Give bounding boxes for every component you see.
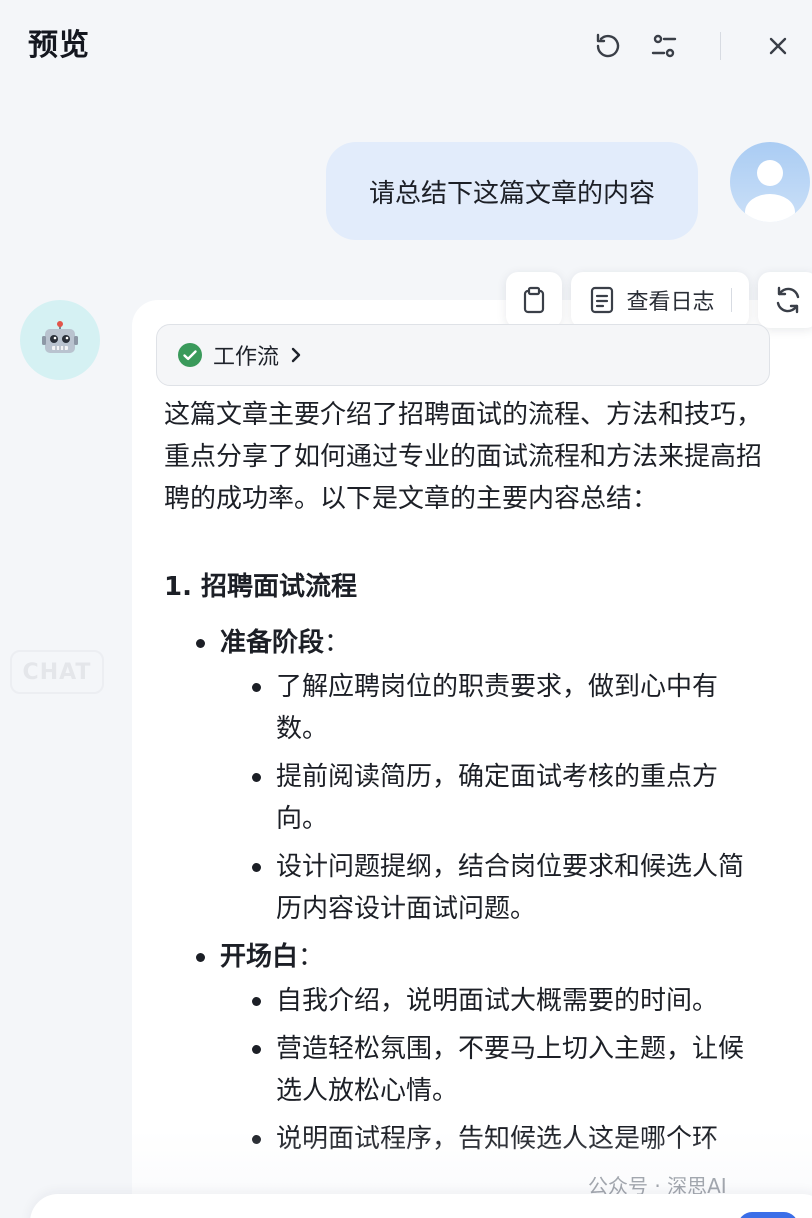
answer-intro: 这篇文章主要介绍了招聘面试的流程、方法和技巧，重点分享了如何通过专业的面试流程和…	[164, 400, 763, 514]
header-divider	[720, 32, 721, 60]
sub-list: 自我介绍，说明面试大概需要的时间。 营造轻松氛围，不要马上切入主题，让候选人放松…	[220, 980, 764, 1160]
preview-panel: 预览 请总结下这篇文章的内容 CHAT 查看日志 工作流 这篇文章主要介绍了招聘…	[0, 0, 812, 1218]
group-label: 开场白	[220, 942, 299, 972]
list-item: 说明面试程序，告知候选人这是哪个环	[252, 1118, 764, 1160]
bot-avatar	[20, 300, 100, 380]
group-colon: ：	[324, 628, 351, 658]
list-item: 提前阅读简历，确定面试考核的重点方向。	[252, 756, 764, 840]
document-icon	[591, 286, 614, 314]
clipboard-icon	[523, 286, 545, 314]
toolbar-divider	[730, 288, 732, 312]
view-log-button[interactable]: 查看日志	[571, 272, 749, 328]
side-chat-label: CHAT	[10, 650, 104, 694]
user-message-text: 请总结下这篇文章的内容	[368, 178, 655, 209]
section-list: 准备阶段： 了解应聘岗位的职责要求，做到心中有数。 提前阅读简历，确定面试考核的…	[164, 622, 764, 1160]
user-avatar-icon	[745, 160, 795, 222]
refresh-icon	[776, 286, 800, 314]
check-circle-icon	[178, 343, 202, 367]
sliders-icon	[651, 34, 677, 58]
robot-icon	[42, 321, 78, 353]
list-item: 设计问题提纲，结合岗位要求和候选人简历内容设计面试问题。	[252, 846, 764, 930]
sub-list: 了解应聘岗位的职责要求，做到心中有数。 提前阅读简历，确定面试考核的重点方向。 …	[220, 666, 764, 930]
list-item: 准备阶段： 了解应聘岗位的职责要求，做到心中有数。 提前阅读简历，确定面试考核的…	[196, 622, 764, 930]
close-icon	[769, 37, 787, 55]
workflow-label: 工作流	[213, 345, 280, 370]
list-item: 营造轻松氛围，不要马上切入主题，让候选人放松心情。	[252, 1028, 764, 1112]
refresh-ccw-icon	[596, 33, 620, 58]
chevron-right-icon	[291, 347, 301, 363]
section-title: 1. 招聘面试流程	[164, 572, 358, 602]
group-label: 准备阶段	[220, 628, 325, 658]
regenerate-button[interactable]	[758, 272, 812, 328]
user-avatar	[730, 142, 810, 222]
send-button[interactable]	[738, 1212, 798, 1218]
settings-button[interactable]	[646, 28, 682, 64]
user-message-bubble: 请总结下这篇文章的内容	[326, 142, 698, 240]
list-item: 自我介绍，说明面试大概需要的时间。	[252, 980, 764, 1022]
list-item: 开场白： 自我介绍，说明面试大概需要的时间。 营造轻松氛围，不要马上切入主题，让…	[196, 936, 764, 1160]
view-log-label: 查看日志	[626, 290, 715, 315]
answer-content: 这篇文章主要介绍了招聘面试的流程、方法和技巧，重点分享了如何通过专业的面试流程和…	[164, 394, 764, 1166]
header: 预览	[0, 0, 812, 90]
list-item: 了解应聘岗位的职责要求，做到心中有数。	[252, 666, 764, 750]
group-colon: ：	[298, 942, 325, 972]
chat-input-bar[interactable]	[30, 1194, 812, 1218]
close-button[interactable]	[760, 28, 796, 64]
workflow-chip[interactable]: 工作流	[156, 324, 770, 386]
reset-button[interactable]	[590, 28, 626, 64]
page-title: 预览	[28, 28, 90, 63]
copy-button[interactable]	[506, 272, 562, 328]
